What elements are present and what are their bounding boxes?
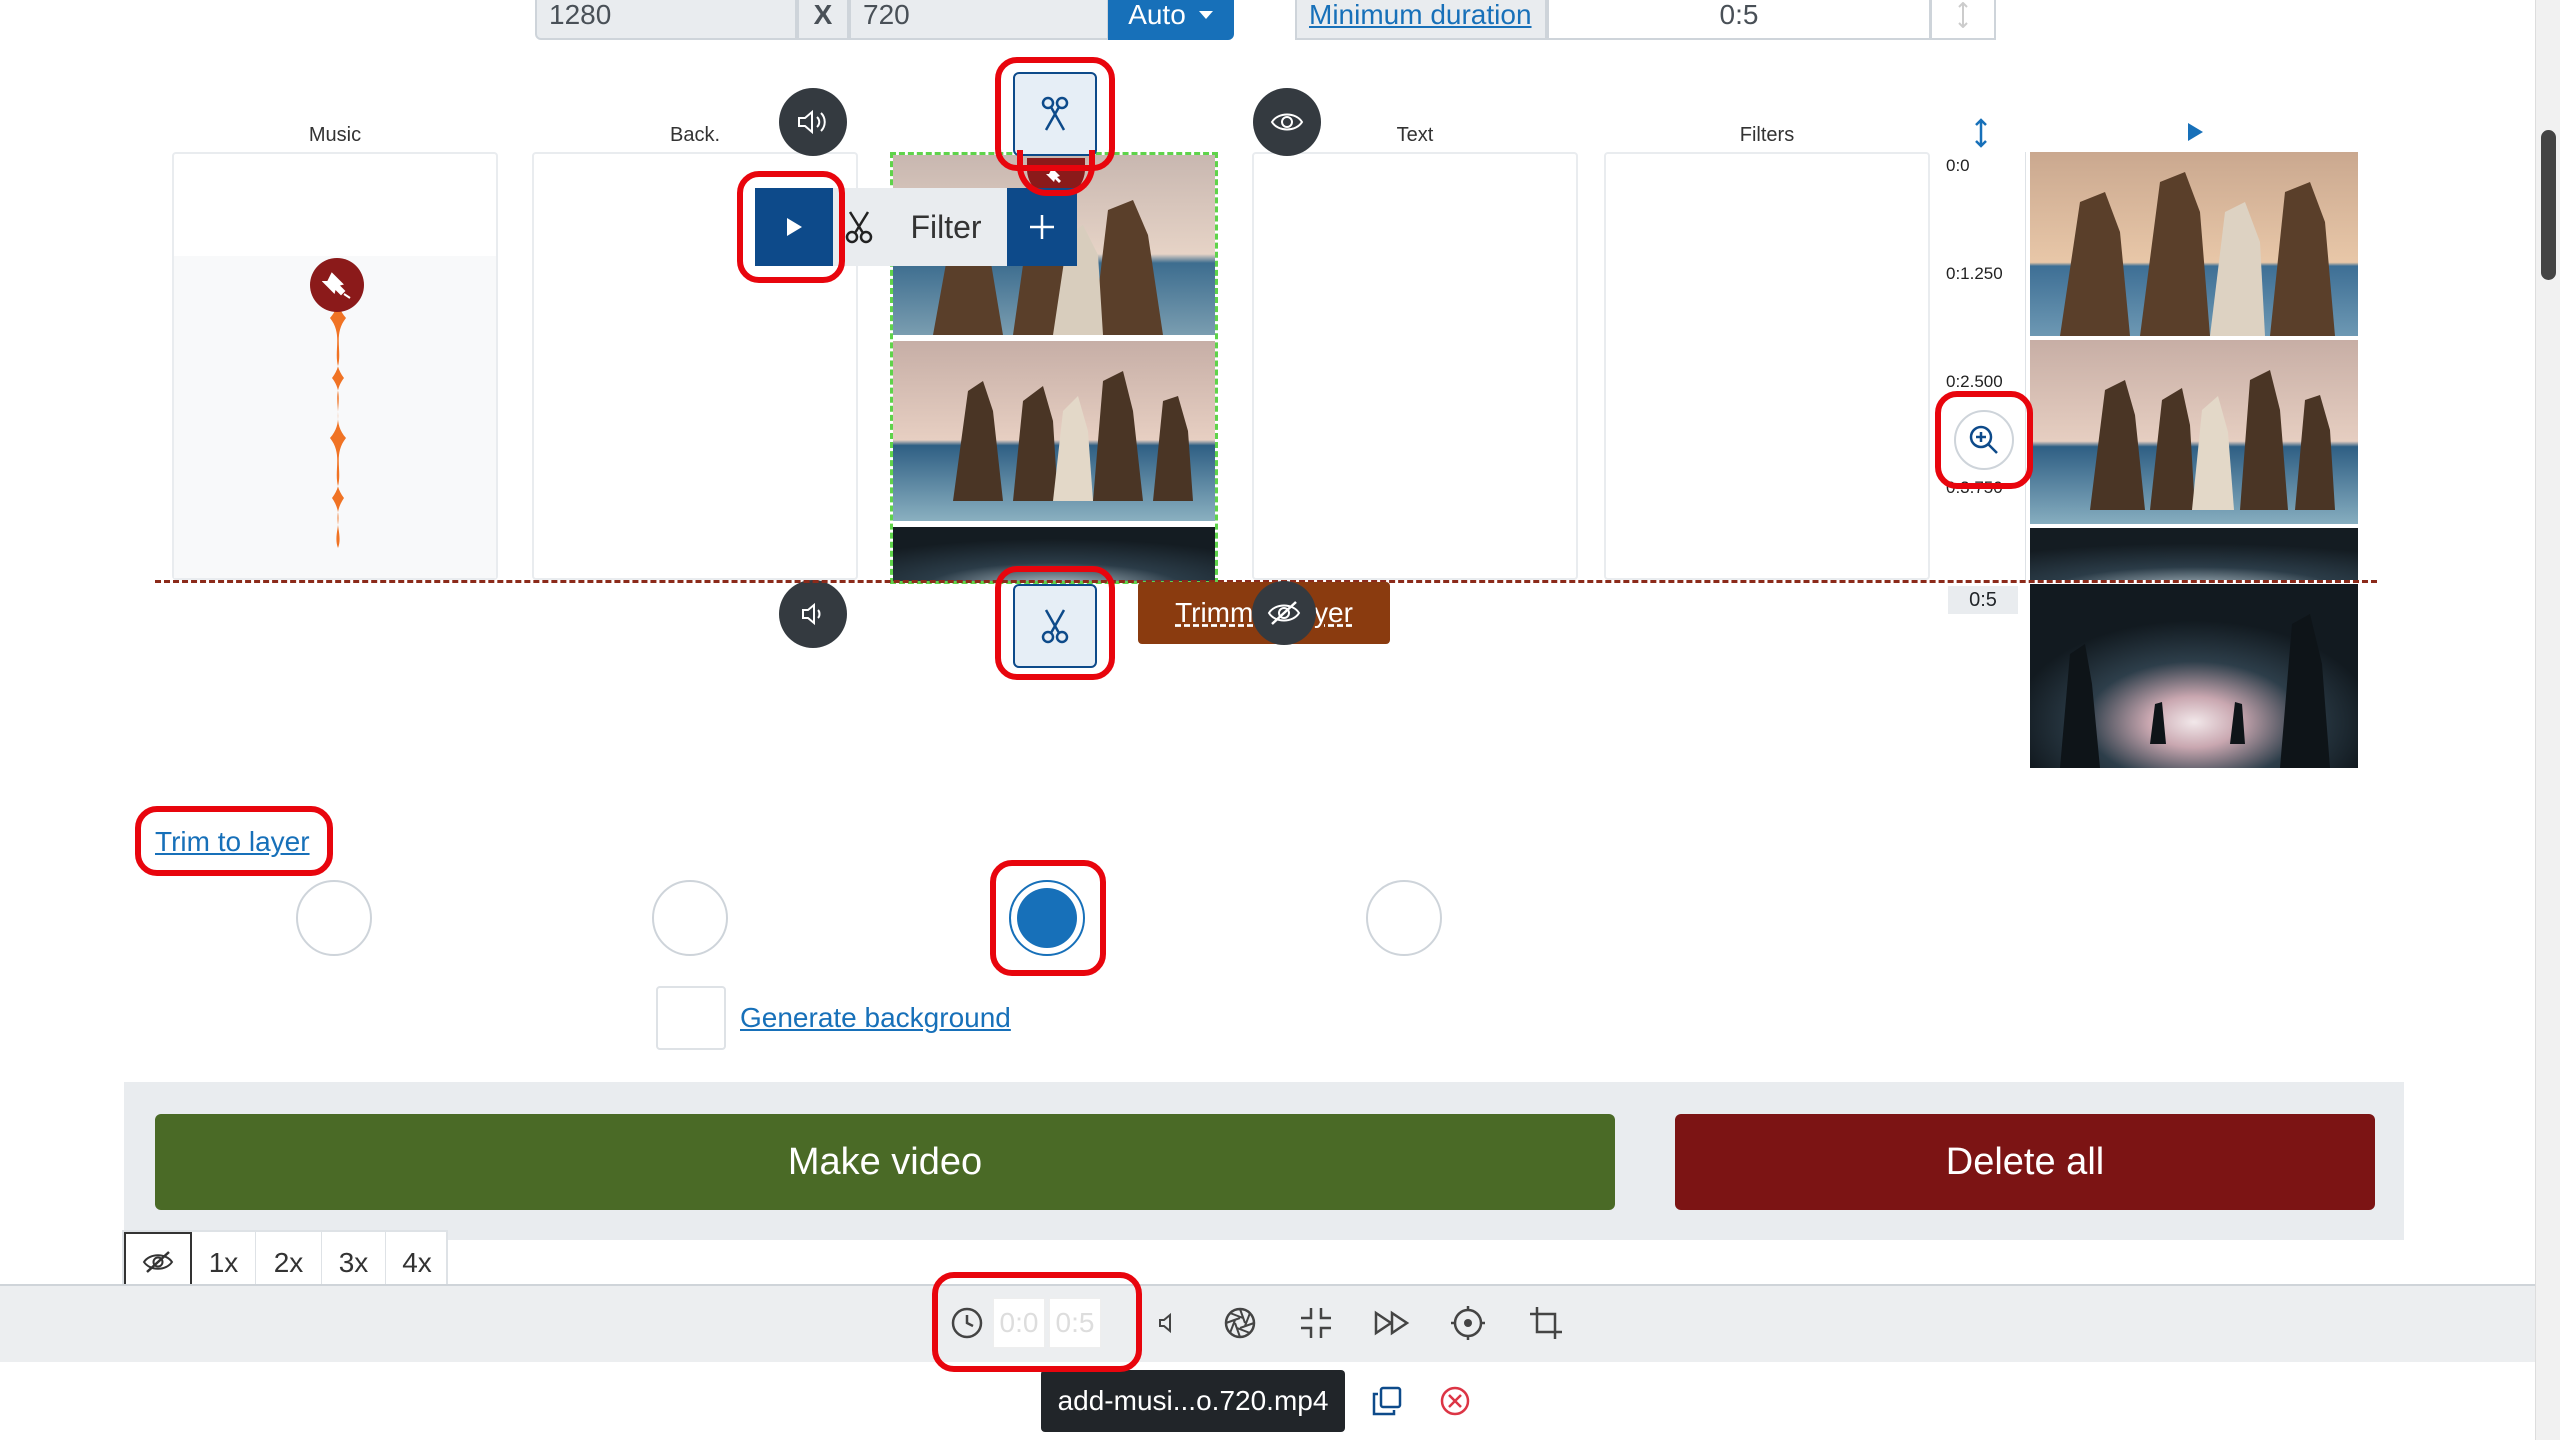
copy-icon [1372,1386,1402,1416]
scissors-icon [1041,96,1069,131]
aperture-button[interactable] [1218,1301,1262,1345]
width-value: 1280 [549,0,612,30]
radio-video[interactable] [1009,880,1085,956]
size-separator: X [797,0,849,40]
mute-button[interactable] [1145,1301,1189,1345]
ruler-tick: 0:3.750 [1946,478,2003,497]
delete-all-button[interactable]: Delete all [1675,1114,2375,1210]
speed-selector: 1x 2x 3x 4x [122,1230,448,1294]
width-input[interactable]: 1280 [535,0,797,40]
hide-preview-button[interactable] [124,1232,192,1292]
compress-icon [1301,1308,1331,1338]
crop-button[interactable] [1524,1301,1568,1345]
fast-forward-icon [1374,1310,1410,1336]
filters-column-label: Filters [1739,124,1795,146]
time-end-field[interactable]: 0:5 [1049,1298,1101,1348]
pin-icon [322,272,351,299]
zoom-button[interactable] [1954,410,2014,470]
scrollbar-thumb[interactable] [2541,130,2556,280]
volume-low-button[interactable] [779,580,847,648]
preview-frame-2[interactable] [2030,340,2358,524]
compress-button[interactable] [1294,1301,1338,1345]
volume-off-icon [1159,1312,1171,1334]
resize-arrow-icon[interactable] [1973,118,1989,148]
preview-frame-1[interactable] [2030,152,2358,336]
close-circle-icon [1440,1386,1470,1416]
auto-dropdown-button[interactable]: Auto [1108,0,1234,40]
make-video-button[interactable]: Make video [155,1114,1615,1210]
volume-up-icon [798,109,826,135]
crosshair-icon [1451,1306,1485,1340]
plus-icon [1030,215,1054,239]
zoom-in-icon [1969,425,1998,454]
scissors-icon [1041,609,1069,644]
pin-icon [1046,168,1061,183]
play-preview-icon[interactable] [2184,120,2206,144]
cut-button[interactable] [833,188,885,266]
fast-forward-button[interactable] [1370,1301,1414,1345]
eye-slash-icon [142,1251,174,1273]
aperture-icon [1224,1307,1256,1339]
eye-icon [1270,113,1304,131]
min-duration-input[interactable]: 0:5 [1547,0,1931,40]
crop-icon [1530,1307,1562,1339]
play-button[interactable] [755,188,833,266]
scissors-icon [845,211,873,244]
time-ruler[interactable]: 0:0 0:1.250 0:2.500 0:3.750 [1938,152,2026,580]
play-icon [787,218,802,236]
volume-low-icon [802,602,821,626]
up-down-arrow-icon [1958,2,1968,28]
visibility-button[interactable] [1253,88,1321,156]
video-thumbnail-2[interactable] [893,341,1215,521]
ruler-end-label: 0:5 [1948,586,2018,614]
clock-icon [951,1307,983,1339]
duration-stepper[interactable] [1930,0,1996,40]
add-button[interactable] [1007,188,1077,266]
preview-frame-3[interactable] [2030,528,2358,580]
height-input[interactable]: 720 [849,0,1109,40]
remove-file-button[interactable] [1433,1379,1477,1423]
ruler-tick: 0:1.250 [1946,264,2003,283]
preview-frame-4[interactable] [2030,584,2358,768]
trim-end-button[interactable] [1013,584,1097,668]
layer-popup-toolbar: Filter [755,188,1077,266]
music-column-label: Music [308,124,362,146]
eye-slash-icon [1267,601,1301,625]
radio-music[interactable] [296,880,372,956]
music-column[interactable] [172,152,498,580]
ruler-tick: 0:0 [1946,156,1970,175]
ruler-tick: 0:2.500 [1946,372,2003,391]
generate-background-checkbox[interactable] [656,986,726,1050]
caret-down-icon [1198,11,1213,19]
min-duration-label[interactable]: Minimum duration [1295,0,1547,40]
file-name-tag[interactable]: add-musi...o.720.mp4 [1041,1370,1345,1432]
radio-back[interactable] [652,880,728,956]
trim-to-layer-link[interactable]: Trim to layer [155,826,310,858]
page-scrollbar[interactable] [2535,0,2560,1440]
time-start-field[interactable]: 0:0 [993,1298,1045,1348]
hidden-toggle-button[interactable] [1252,581,1316,645]
volume-button[interactable] [779,88,847,156]
trim-start-button[interactable] [1013,72,1097,156]
height-value: 720 [863,0,910,30]
video-thumbnail-3[interactable] [893,527,1215,581]
copy-file-button[interactable] [1365,1379,1409,1423]
bottom-toolbar [0,1284,2535,1362]
music-pin-button[interactable] [310,258,364,312]
text-column[interactable] [1252,152,1578,580]
radio-video-dot [1017,888,1077,948]
generate-background-link[interactable]: Generate background [740,1002,1011,1034]
target-button[interactable] [1446,1301,1490,1345]
filters-column[interactable] [1604,152,1930,580]
radio-text[interactable] [1366,880,1442,956]
filter-button[interactable]: Filter [885,188,1007,266]
